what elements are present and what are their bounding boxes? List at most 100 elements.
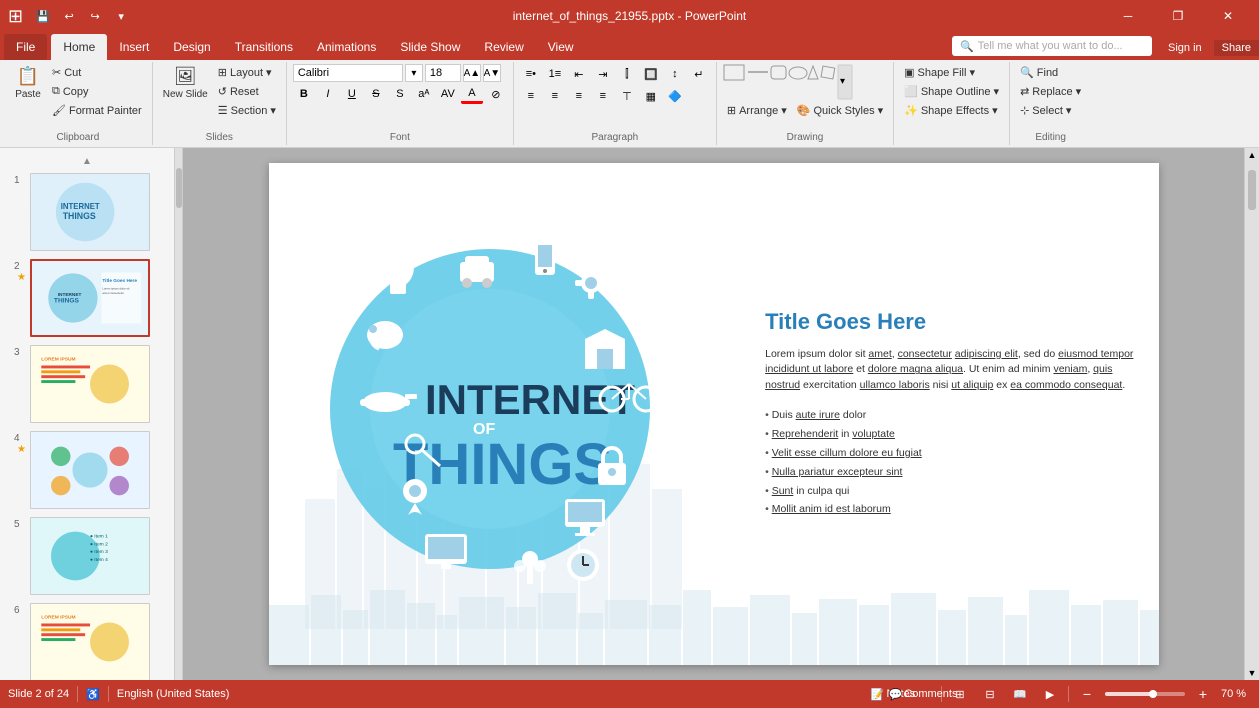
select-button[interactable]: ⊹ Select ▾: [1016, 102, 1075, 119]
tab-review[interactable]: Review: [472, 34, 535, 60]
slide-body: Lorem ipsum dolor sit amet, consectetur …: [765, 347, 1142, 394]
slideshow-button[interactable]: ▶: [1038, 682, 1062, 706]
linespacing-button[interactable]: ↕: [664, 64, 686, 84]
font-size-down[interactable]: A▼: [483, 64, 501, 82]
sign-in-button[interactable]: Sign in: [1160, 40, 1210, 56]
align-left-button[interactable]: ≡: [520, 86, 542, 106]
scroll-up-arrow[interactable]: ▲: [1248, 150, 1257, 160]
paragraph-label: Paragraph: [592, 130, 639, 143]
section-button[interactable]: ☰ Section ▾: [214, 102, 280, 119]
tab-design[interactable]: Design: [161, 34, 222, 60]
slide-thumb-3[interactable]: 3 LOREM IPSUM: [4, 343, 170, 425]
reading-view-button[interactable]: 📖: [1008, 682, 1032, 706]
bold-button[interactable]: B: [293, 84, 315, 104]
align-right-button[interactable]: ≡: [568, 86, 590, 106]
align-justify-button[interactable]: ≡: [592, 86, 614, 106]
normal-view-button[interactable]: ⊞: [948, 682, 972, 706]
tab-view[interactable]: View: [536, 34, 586, 60]
slide-thumbnail-5[interactable]: ● Item 1 ● Item 2 ● Item 3 ● Item 4: [30, 517, 150, 595]
find-button[interactable]: 🔍 Find: [1016, 64, 1062, 81]
numbering-button[interactable]: 1≡: [544, 64, 566, 84]
smallcaps-button[interactable]: aᴬ: [413, 84, 435, 104]
scroll-down-arrow[interactable]: ▼: [1248, 668, 1257, 678]
zoom-slider[interactable]: [1105, 692, 1185, 696]
tab-home[interactable]: Home: [51, 34, 107, 60]
save-button[interactable]: 💾: [31, 4, 55, 28]
close-button[interactable]: ✕: [1205, 0, 1251, 32]
zoom-slider-thumb[interactable]: [1149, 690, 1157, 698]
rtl-button[interactable]: ↵: [688, 64, 710, 84]
share-button[interactable]: Share: [1214, 40, 1259, 56]
undo-button[interactable]: ↩: [57, 4, 81, 28]
italic-button[interactable]: I: [317, 84, 339, 104]
shape-effects-button[interactable]: ✨ Shape Effects ▾: [900, 102, 1002, 119]
smart-art-button[interactable]: 🔲: [640, 64, 662, 84]
font-size-up[interactable]: A▲: [463, 64, 481, 82]
font-size-input[interactable]: [425, 64, 461, 82]
increase-indent-button[interactable]: ⇥: [592, 64, 614, 84]
reset-button[interactable]: ↺ Reset: [214, 83, 280, 100]
new-slide-button[interactable]: 🖼 New Slide: [159, 64, 212, 102]
minimize-button[interactable]: ─: [1105, 0, 1151, 32]
tab-slideshow[interactable]: Slide Show: [388, 34, 472, 60]
slide-thumbnail-4[interactable]: [30, 431, 150, 509]
comments-button[interactable]: 💬 Comments: [911, 682, 935, 706]
replace-button[interactable]: ⇄ Replace ▾: [1016, 83, 1085, 100]
quick-styles-button[interactable]: 🎨 Quick Styles ▾: [793, 102, 887, 119]
ribbon-search[interactable]: 🔍 Tell me what you want to do...: [952, 36, 1152, 56]
tab-file[interactable]: File: [4, 34, 47, 60]
shadow-button[interactable]: S: [389, 84, 411, 104]
align-center-button[interactable]: ≡: [544, 86, 566, 106]
slide-thumbnail-6[interactable]: LOREM IPSUM: [30, 603, 150, 680]
scroll-up-button[interactable]: ▲: [4, 156, 170, 167]
arrange-button[interactable]: ⊞ Arrange ▾: [723, 102, 791, 119]
cut-button[interactable]: ✂ Cut: [48, 64, 146, 81]
underline-button[interactable]: U: [341, 84, 363, 104]
text-direction-button[interactable]: ⊤: [616, 86, 638, 106]
align-text-button[interactable]: ▦: [640, 86, 662, 106]
slide-panel-scrollbar[interactable]: [175, 148, 183, 680]
layout-button[interactable]: ⊞ Layout ▾: [214, 64, 280, 81]
window-title: internet_of_things_21955.pptx - PowerPoi…: [513, 9, 747, 23]
columns-button[interactable]: ⫿: [616, 64, 638, 84]
slide-thumbnail-1[interactable]: INTERNET THINGS: [30, 173, 150, 251]
tab-transitions[interactable]: Transitions: [223, 34, 305, 60]
shape-gallery[interactable]: ▾: [723, 64, 853, 100]
title-bar-left: ⊞ 💾 ↩ ↪ ▾: [8, 4, 133, 28]
redo-button[interactable]: ↪: [83, 4, 107, 28]
tab-animations[interactable]: Animations: [305, 34, 388, 60]
paste-button[interactable]: 📋 Paste: [10, 64, 46, 102]
svg-text:● Item 4: ● Item 4: [90, 557, 108, 563]
format-painter-button[interactable]: 🖌 Format Painter: [48, 102, 146, 119]
zoom-in-button[interactable]: +: [1191, 682, 1215, 706]
shape-fill-button[interactable]: ▣ Shape Fill ▾: [900, 64, 979, 81]
slide-thumb-5[interactable]: 5 ● Item 1 ● Item 2 ● Item 3 ● Item 4: [4, 515, 170, 597]
texthighlight-button[interactable]: ⊘: [485, 84, 507, 104]
strikethrough-button[interactable]: S: [365, 84, 387, 104]
shape-outline-button[interactable]: ⬜ Shape Outline ▾: [900, 83, 1003, 100]
copy-button[interactable]: ⧉ Copy: [48, 83, 146, 100]
zoom-out-button[interactable]: −: [1075, 682, 1099, 706]
font-family-dropdown[interactable]: ▾: [405, 64, 423, 82]
right-scrollbar-thumb[interactable]: [1248, 170, 1256, 210]
font-family-input[interactable]: [293, 64, 403, 82]
fontcolor-button[interactable]: A: [461, 84, 483, 104]
bullets-button[interactable]: ≡•: [520, 64, 542, 84]
bullet-6: Mollit anim id est laborum: [765, 500, 1142, 519]
slide-sorter-button[interactable]: ⊟: [978, 682, 1002, 706]
tab-insert[interactable]: Insert: [107, 34, 161, 60]
right-scrollbar[interactable]: ▲ ▼: [1244, 148, 1259, 680]
slide-canvas[interactable]: INTERNET OF THINGS: [269, 163, 1159, 665]
restore-button[interactable]: ❐: [1155, 0, 1201, 32]
decrease-indent-button[interactable]: ⇤: [568, 64, 590, 84]
convert-smartart-button[interactable]: 🔷: [664, 86, 686, 106]
slide-thumbnail-2[interactable]: INTERNET THINGS Title Goes Here Lorem ip…: [30, 259, 150, 337]
scrollbar-thumb[interactable]: [176, 168, 182, 208]
charspacing-button[interactable]: AV: [437, 84, 459, 104]
slide-thumb-6[interactable]: 6 LOREM IPSUM: [4, 601, 170, 680]
slide-thumb-1[interactable]: 1 INTERNET THINGS: [4, 171, 170, 253]
customize-qa-button[interactable]: ▾: [109, 4, 133, 28]
slide-thumb-4[interactable]: 4 ★: [4, 429, 170, 511]
slide-thumb-2[interactable]: 2 ★ INTERNET THINGS Title Goes Here Lore…: [4, 257, 170, 339]
slide-thumbnail-3[interactable]: LOREM IPSUM: [30, 345, 150, 423]
